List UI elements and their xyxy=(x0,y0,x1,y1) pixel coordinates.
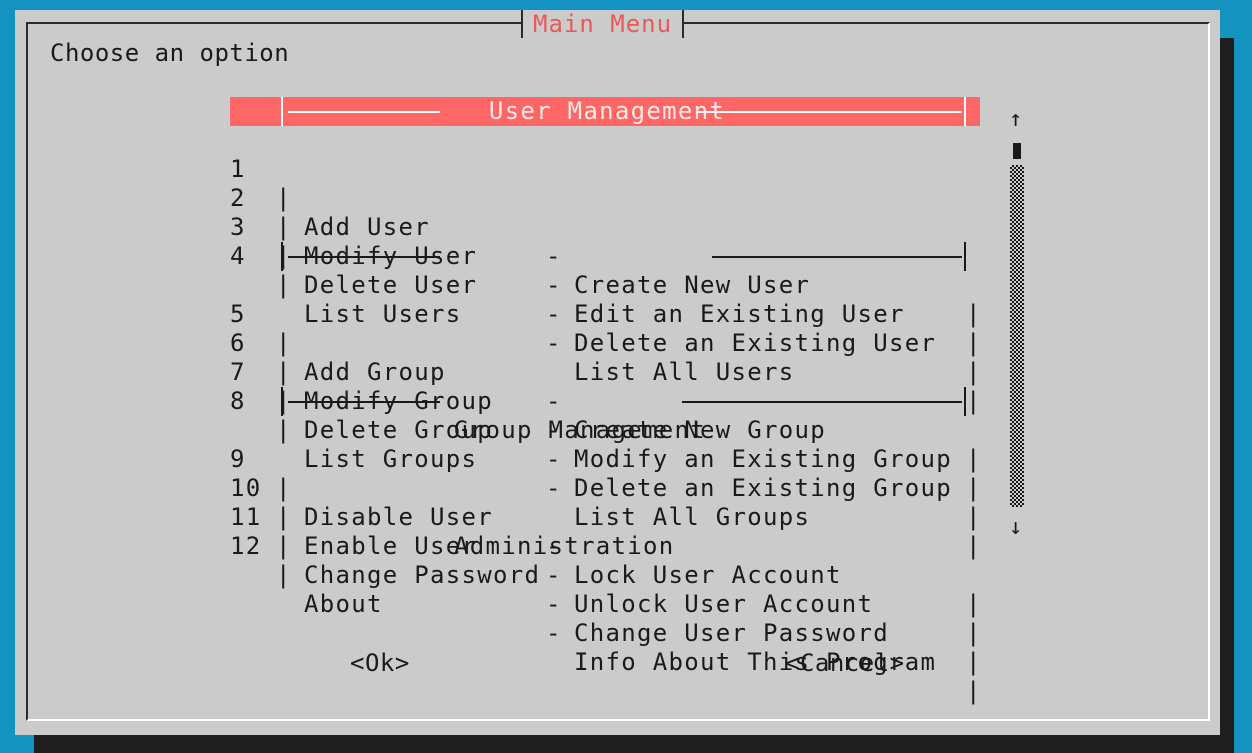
menu-item-1[interactable]: 1 | Add User - Create New User | xyxy=(230,126,980,328)
menu-item-2[interactable]: 2 | Modify User - Edit an Existing User … xyxy=(230,155,980,357)
menu-item-dash: - xyxy=(546,590,562,618)
menu-item-12[interactable]: 12 | About - Info About This Program | xyxy=(230,503,980,705)
section-header-administration[interactable]: Administration xyxy=(230,387,980,560)
section-header-label: User Management xyxy=(488,97,726,125)
section-header-group-management[interactable]: Group Management xyxy=(230,242,980,444)
menu-item-dash: - xyxy=(546,619,562,647)
menu-item-name: About xyxy=(304,590,383,618)
cancel-button[interactable]: <Cancel> xyxy=(785,648,905,678)
menu-item-separator: | xyxy=(276,561,292,589)
menu-item-separator: | xyxy=(966,590,982,618)
menu-item-6[interactable]: 6 | Modify Group - Modify an Existing Gr… xyxy=(230,300,980,502)
menu-item-11[interactable]: 11 | Change Password - Change User Passw… xyxy=(230,474,980,676)
menu-item-separator: | xyxy=(966,648,982,676)
menu-item-name: Change Password xyxy=(304,561,541,589)
menu-item-8[interactable]: 8 | List Groups - List All Groups | xyxy=(230,358,980,560)
menu-item-dash: - xyxy=(546,532,562,560)
menu-item-dash: - xyxy=(546,561,562,589)
menu-item-9[interactable]: 9 | Disable User - Lock User Account | xyxy=(230,416,980,618)
section-header-label: Administration xyxy=(454,532,675,560)
menu-item-description: Unlock User Account xyxy=(574,590,874,618)
section-header-user-management[interactable]: User Management xyxy=(230,97,980,126)
ok-button[interactable]: <Ok> xyxy=(350,648,410,678)
menu-item-separator: | xyxy=(966,619,982,647)
dialog-prompt: Choose an option xyxy=(50,39,290,67)
main-menu-dialog: Main Menu Choose an option User Manageme… xyxy=(15,10,1220,735)
scrollbar-thumb[interactable] xyxy=(1013,143,1021,159)
scroll-down-arrow-icon[interactable]: ↓ xyxy=(1009,515,1022,541)
menu-item-number: 12 xyxy=(230,532,262,560)
menu-item-description: Change User Password xyxy=(574,619,889,647)
menu-item-7[interactable]: 7 | Delete Group - Delete an Existing Gr… xyxy=(230,329,980,531)
menu-item-3[interactable]: 3 | Delete User - Delete an Existing Use… xyxy=(230,184,980,386)
menu-item-5[interactable]: 5 | Add Group - Create New Group | xyxy=(230,271,980,473)
dialog-title: Main Menu xyxy=(533,10,673,38)
scroll-up-arrow-icon[interactable]: ↑ xyxy=(1009,107,1022,133)
scrollbar-track[interactable] xyxy=(1010,165,1024,507)
menu-list[interactable]: User Management 1 | Add User - Create Ne… xyxy=(230,97,980,705)
menu-item-4[interactable]: 4 | List Users - List All Users | xyxy=(230,213,980,415)
menu-item-description: Lock User Account xyxy=(574,561,842,589)
dialog-title-box: Main Menu xyxy=(521,10,685,38)
menu-item-separator: | xyxy=(966,677,982,705)
menu-item-separator: | xyxy=(966,532,982,560)
menu-item-10[interactable]: 10 | Enable User - Unlock User Account | xyxy=(230,445,980,647)
menu-item-name: Enable User xyxy=(304,532,478,560)
